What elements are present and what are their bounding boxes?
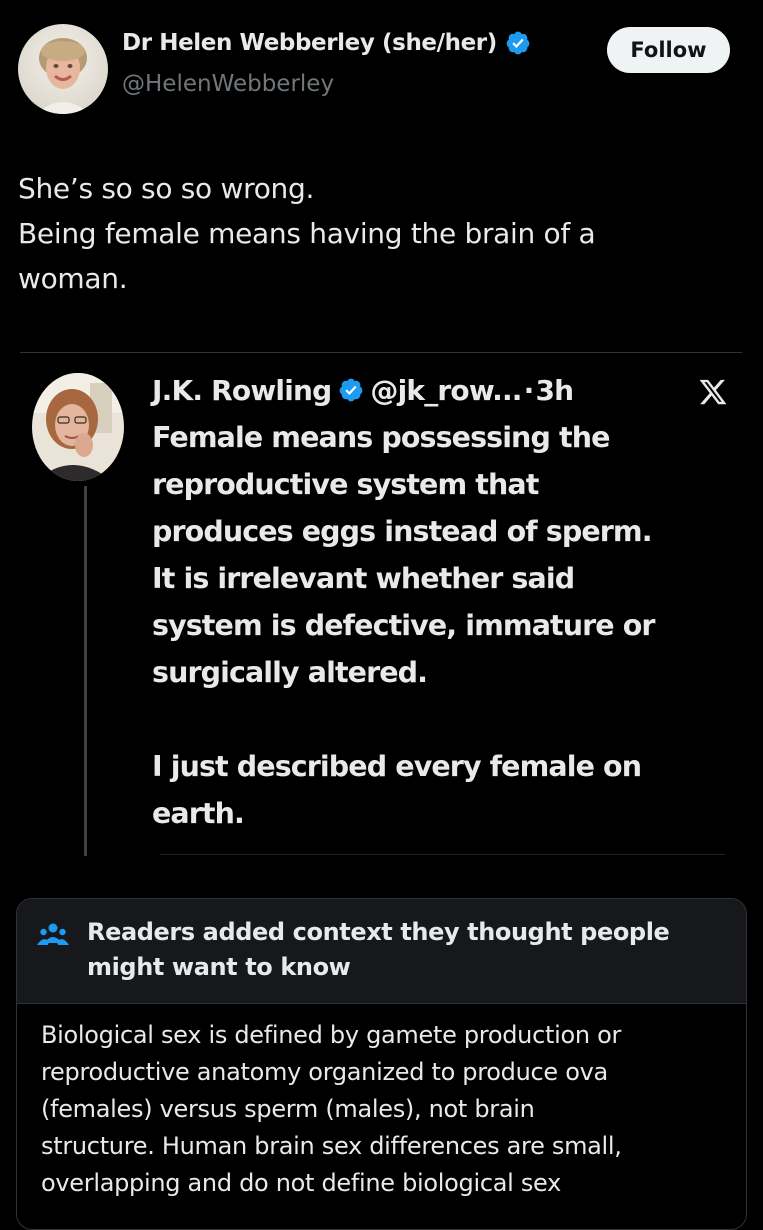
post-text-line: She’s so so so wrong.: [18, 172, 315, 205]
community-note-header: Readers added context they thought peopl…: [17, 899, 746, 1004]
note-body-line: reproductive anatomy organized to produc…: [41, 1058, 608, 1086]
quote-bottom-divider: [160, 854, 725, 855]
note-title-line: Readers added context they thought peopl…: [87, 918, 670, 946]
quote-text-line: system is defective, immature or: [152, 609, 655, 642]
quote-text-blank-line: [152, 696, 742, 743]
author-name[interactable]: Dr Helen Webberley (she/her): [122, 30, 531, 56]
post-text-line: Being female means having the brain of a: [18, 217, 596, 250]
community-note-title: Readers added context they thought peopl…: [87, 915, 727, 985]
verified-badge-icon: [339, 378, 363, 402]
quote-header[interactable]: J.K. Rowling @jk_row... · 3h: [152, 368, 574, 412]
note-body-line: structure. Human brain sex differences a…: [41, 1132, 622, 1160]
note-title-line: might want to know: [87, 953, 351, 981]
author-name-text[interactable]: Dr Helen Webberley (she/her): [122, 30, 497, 56]
post-text: She’s so so so wrong. Being female means…: [18, 166, 738, 301]
quote-text-line: Female means possessing the: [152, 421, 610, 454]
author-avatar[interactable]: [18, 24, 108, 114]
quote-text-line: produces eggs instead of sperm.: [152, 515, 653, 548]
x-logo-icon: [699, 379, 727, 405]
quote-author-name[interactable]: J.K. Rowling: [152, 374, 332, 407]
quote-text-line: It is irrelevant whether said: [152, 562, 575, 595]
profile-photo-icon: [18, 24, 108, 114]
community-note-body: Biological sex is defined by gamete prod…: [41, 1017, 731, 1202]
quote-author-handle[interactable]: @jk_row...: [370, 374, 522, 407]
note-body-line: overlapping and do not define biological…: [41, 1169, 561, 1197]
note-body-line: (females) versus sperm (males), not brai…: [41, 1095, 535, 1123]
follow-button[interactable]: Follow: [607, 27, 730, 73]
quote-text-line: I just described every female on: [152, 750, 642, 783]
profile-photo-icon: [32, 373, 124, 481]
quote-separator: ·: [523, 373, 535, 407]
quote-text-line: surgically altered.: [152, 656, 428, 689]
quote-text-line: reproductive system that: [152, 468, 539, 501]
quote-divider: [20, 352, 742, 353]
quote-text-line: earth.: [152, 797, 245, 830]
post-text-line: woman.: [18, 262, 128, 295]
quote-thread-line: [84, 486, 87, 856]
quote-text: Female means possessing the reproductive…: [152, 414, 742, 837]
quote-author-avatar[interactable]: [32, 373, 124, 481]
verified-badge-icon: [506, 31, 530, 55]
community-note[interactable]: Readers added context they thought peopl…: [16, 898, 747, 1230]
author-handle[interactable]: @HelenWebberley: [122, 71, 334, 97]
quote-timestamp[interactable]: 3h: [535, 374, 574, 407]
people-icon: [37, 923, 69, 945]
note-body-line: Biological sex is defined by gamete prod…: [41, 1021, 622, 1049]
